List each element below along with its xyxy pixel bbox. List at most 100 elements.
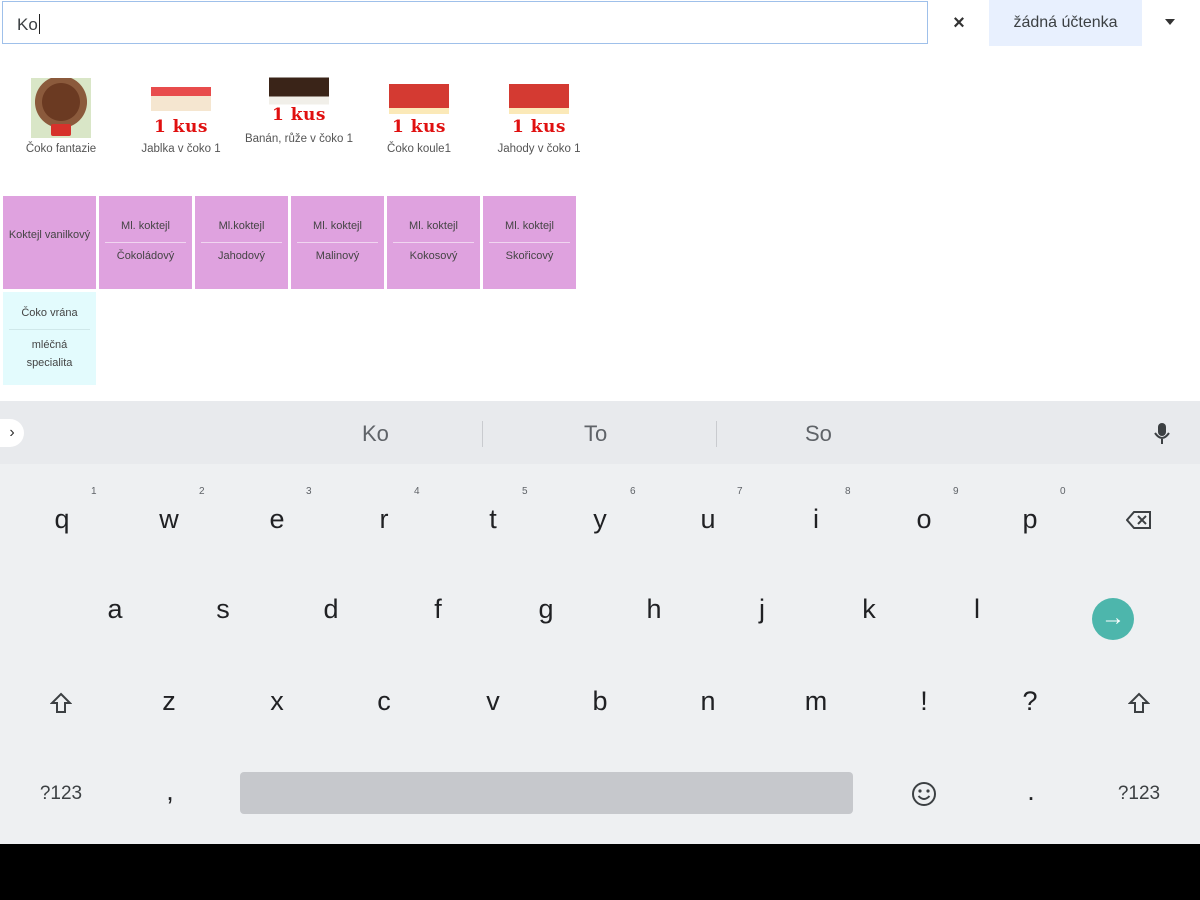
chevron-down-icon (1165, 18, 1175, 25)
divider (9, 329, 90, 330)
product-badge: 1 kus (512, 117, 566, 137)
category-sublabel: Čokoládový (116, 250, 175, 262)
key-p[interactable]: p (1000, 504, 1060, 535)
suggestion-2[interactable]: To (584, 421, 607, 447)
key-c[interactable]: c (354, 686, 414, 717)
product-image: 1 kus (151, 78, 211, 138)
key-hint-3: 3 (306, 486, 312, 497)
key-exclamation[interactable]: ! (894, 686, 954, 717)
key-d[interactable]: d (301, 594, 361, 625)
search-input[interactable]: Ko (2, 1, 928, 44)
key-t[interactable]: t (463, 504, 523, 535)
key-question[interactable]: ? (1000, 686, 1060, 717)
key-n[interactable]: n (678, 686, 738, 717)
receipt-dropdown-button[interactable] (1150, 0, 1190, 46)
category-label: Ml. koktejl (505, 220, 554, 232)
key-w[interactable]: w (139, 504, 199, 535)
category-sublabel: Malinový (315, 250, 360, 262)
search-input-text: Ko (17, 14, 40, 34)
category-sublabel: Jahodový (217, 250, 266, 262)
key-hint-9: 9 (953, 486, 959, 497)
symbols-key-left[interactable]: ?123 (24, 783, 98, 805)
expand-toolbar-button[interactable]: › (0, 419, 24, 447)
product-name: Čoko fantazie (25, 143, 97, 155)
key-hint-4: 4 (414, 486, 420, 497)
product-name: Jablka v čoko 1 (141, 143, 221, 155)
key-b[interactable]: b (570, 686, 630, 717)
on-screen-keyboard: › Ko To So q w e r t y u i o p 1 2 3 4 5… (0, 401, 1200, 844)
key-r[interactable]: r (354, 504, 414, 535)
category-label: Ml. koktejl (121, 220, 170, 232)
shift-right-icon[interactable] (1128, 692, 1150, 714)
category-tile-ml-koktejl-kokosovy[interactable]: Ml. koktejl Kokosový (387, 196, 480, 289)
microphone-icon[interactable] (1154, 421, 1170, 447)
product-item[interactable]: 1 kus Jablka v čoko 1 (126, 78, 236, 157)
suggestion-1[interactable]: Ko (362, 421, 389, 447)
category-tile-coko-vrana[interactable]: Čoko vrána mléčná specialita (3, 292, 96, 385)
category-label: Ml. koktejl (313, 220, 362, 232)
product-image: 1 kus (509, 78, 569, 138)
backspace-icon[interactable] (1126, 511, 1152, 529)
product-badge: 1 kus (272, 105, 326, 125)
product-image (31, 78, 91, 138)
category-tile-ml-koktejl-cokoladovy[interactable]: Ml. koktejl Čokoládový (99, 196, 192, 289)
divider (482, 421, 483, 447)
key-i[interactable]: i (786, 504, 846, 535)
suggestion-3[interactable]: So (805, 421, 832, 447)
product-image: 1 kus (389, 78, 449, 138)
category-label: Čoko vrána (21, 307, 78, 319)
space-key[interactable] (240, 772, 853, 814)
system-navigation-bar (0, 844, 1200, 900)
key-l[interactable]: l (947, 594, 1007, 625)
key-x[interactable]: x (247, 686, 307, 717)
emoji-icon[interactable] (911, 781, 937, 807)
shift-left-icon[interactable] (50, 692, 72, 714)
category-tile-koktejl-vanilkovy[interactable]: Koktejl vanilkový (3, 196, 96, 289)
key-e[interactable]: e (247, 504, 307, 535)
key-u[interactable]: u (678, 504, 738, 535)
category-tile-ml-koktejl-jahodovy[interactable]: Ml.koktejl Jahodový (195, 196, 288, 289)
key-period[interactable]: . (1001, 776, 1061, 807)
product-badge: 1 kus (154, 117, 208, 137)
key-v[interactable]: v (463, 686, 523, 717)
key-f[interactable]: f (408, 594, 468, 625)
category-label: Ml.koktejl (218, 220, 265, 232)
symbols-key-right[interactable]: ?123 (1102, 783, 1176, 805)
key-comma[interactable]: , (140, 776, 200, 807)
key-y[interactable]: y (570, 504, 630, 535)
key-k[interactable]: k (839, 594, 899, 625)
key-a[interactable]: a (85, 594, 145, 625)
suggestion-bar: › Ko To So (0, 401, 1200, 464)
category-tile-ml-koktejl-malinovy[interactable]: Ml. koktejl Malinový (291, 196, 384, 289)
product-item[interactable]: Čoko fantazie (6, 78, 116, 157)
receipt-selector-button[interactable]: žádná účtenka (989, 0, 1142, 46)
clear-search-button[interactable]: × (938, 6, 980, 40)
enter-arrow-icon[interactable]: → (1092, 598, 1134, 640)
category-label: Ml. koktejl (409, 220, 458, 232)
product-item[interactable]: 1 kus Čoko koule1 (364, 78, 474, 157)
key-hint-2: 2 (199, 486, 205, 497)
key-q[interactable]: q (32, 504, 92, 535)
category-sublabel: Skořicový (505, 250, 554, 262)
category-label: Koktejl vanilkový (8, 229, 91, 241)
product-name: Banán, růže v čoko 1 (244, 133, 354, 145)
top-bar: Ko × žádná účtenka (0, 0, 1200, 48)
product-name: Čoko koule1 (387, 143, 451, 155)
keyboard-keys: q w e r t y u i o p 1 2 3 4 5 6 7 8 9 0 … (0, 464, 1200, 844)
key-o[interactable]: o (894, 504, 954, 535)
key-hint-0: 0 (1060, 486, 1066, 497)
key-hint-7: 7 (737, 486, 743, 497)
category-tile-ml-koktejl-skoricovy[interactable]: Ml. koktejl Skořicový (483, 196, 576, 289)
key-s[interactable]: s (193, 594, 253, 625)
key-j[interactable]: j (732, 594, 792, 625)
key-h[interactable]: h (624, 594, 684, 625)
divider (716, 421, 717, 447)
product-badge: 1 kus (392, 117, 446, 137)
divider (201, 242, 282, 243)
product-item[interactable]: 1 kus Banán, růže v čoko 1 (244, 72, 354, 147)
key-g[interactable]: g (516, 594, 576, 625)
product-item[interactable]: 1 kus Jahody v čoko 1 (484, 78, 594, 157)
key-m[interactable]: m (786, 686, 846, 717)
key-z[interactable]: z (139, 686, 199, 717)
key-hint-8: 8 (845, 486, 851, 497)
